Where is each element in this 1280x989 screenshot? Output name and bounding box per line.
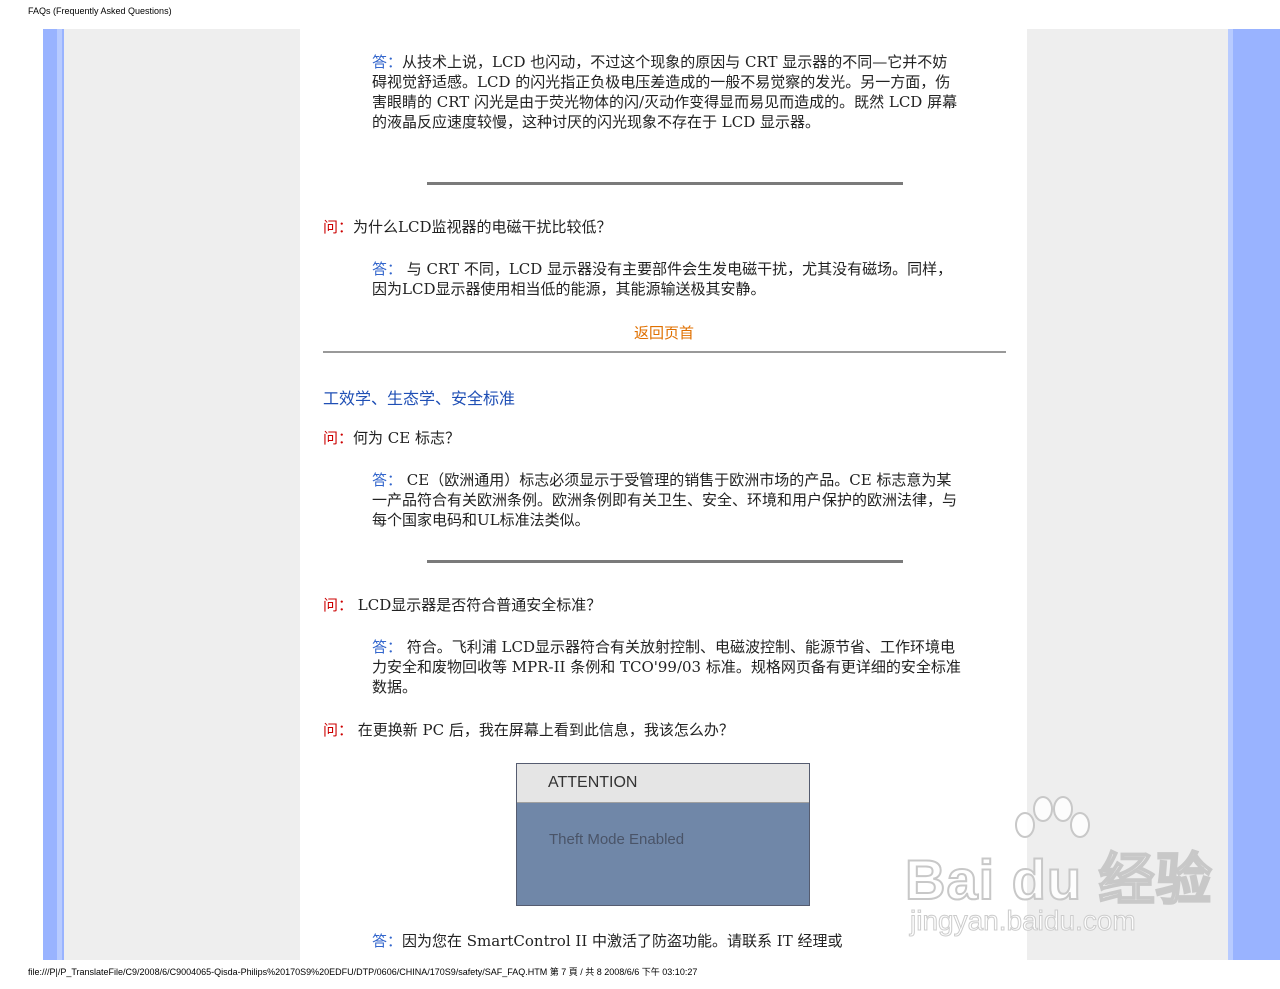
question-label: 问： [323, 218, 354, 236]
section-divider [323, 351, 1006, 353]
answer-label: 答： [372, 932, 403, 950]
watermark-url: jingyan.baidu.com [910, 905, 1137, 937]
question-emi: 问：为什么LCD监视器的电磁干扰比较低？ [323, 217, 1003, 237]
answer-text: 符合。飞利浦 LCD显示器符合有关放射控制、电磁波控制、能源节省、工作环境电力安… [372, 638, 961, 696]
question-safety: 问： LCD显示器是否符合普通安全标准？ [323, 595, 1003, 615]
attention-title: ATTENTION [517, 764, 809, 803]
question-text: 在更换新 PC 后，我在屏幕上看到此信息，我该怎么办？ [357, 721, 734, 739]
question-text: 为什么LCD监视器的电磁干扰比较低？ [353, 218, 612, 236]
question-text: 何为 CE 标志？ [353, 429, 460, 447]
answer-new-pc: 答：因为您在 SmartControl II 中激活了防盗功能。请联系 IT 经… [372, 931, 962, 951]
question-ce: 问：何为 CE 标志？ [323, 428, 1003, 448]
answer-label: 答： [372, 471, 403, 489]
answer-label: 答： [372, 260, 403, 278]
question-text: LCD显示器是否符合普通安全标准？ [357, 596, 602, 614]
baidu-jingyan-watermark: Bai du 经验 jingyan.baidu.com [904, 795, 1215, 945]
watermark-brand: Bai du 经验 [904, 847, 1213, 912]
section-title: 工效学、生态学、安全标准 [323, 389, 516, 408]
back-to-top-link[interactable]: 返回页首 [634, 322, 694, 343]
divider [427, 560, 903, 563]
answer-text: 从技术上说，LCD 也闪动，不过这个现象的原因与 CRT 显示器的不同—它并不妨… [372, 53, 958, 131]
attention-message: Theft Mode Enabled [549, 831, 685, 848]
question-label: 问： [323, 429, 354, 447]
divider [427, 182, 903, 185]
answer-safety: 答： 符合。飞利浦 LCD显示器符合有关放射控制、电磁波控制、能源节省、工作环境… [372, 637, 962, 697]
answer-ce: 答： CE（欧洲通用）标志必须显示于受管理的销售于欧洲市场的产品。CE 标志意为… [372, 470, 962, 530]
attention-dialog-image: ATTENTION Theft Mode Enabled [516, 763, 810, 906]
question-new-pc: 问： 在更换新 PC 后，我在屏幕上看到此信息，我该怎么办？ [323, 720, 1003, 740]
left-band-stripe [57, 29, 62, 960]
page-header: FAQs (Frequently Asked Questions) [28, 6, 172, 16]
answer-text: 因为您在 SmartControl II 中激活了防盗功能。请联系 IT 经理或 [402, 932, 843, 950]
answer-label: 答： [372, 638, 403, 656]
answer-emi: 答： 与 CRT 不同，LCD 显示器没有主要部件会生发电磁干扰，尤其没有磁场。… [372, 259, 962, 299]
question-label: 问： [323, 596, 358, 614]
answer-text: 与 CRT 不同，LCD 显示器没有主要部件会生发电磁干扰，尤其没有磁场。同样，… [372, 260, 953, 298]
page-footer: file:///P|/P_TranslateFile/C9/2008/6/C90… [28, 967, 698, 977]
question-label: 问： [323, 721, 358, 739]
answer-label: 答： [372, 53, 403, 71]
answer-text: CE（欧洲通用）标志必须显示于受管理的销售于欧洲市场的产品。CE 标志意为某一产… [372, 471, 958, 529]
left-margin-panel [64, 29, 300, 960]
left-decorative-band [43, 29, 64, 960]
right-decorative-band [1228, 29, 1280, 960]
answer-flicker: 答：从技术上说，LCD 也闪动，不过这个现象的原因与 CRT 显示器的不同—它并… [372, 52, 962, 132]
right-band-stripe [1228, 29, 1233, 960]
